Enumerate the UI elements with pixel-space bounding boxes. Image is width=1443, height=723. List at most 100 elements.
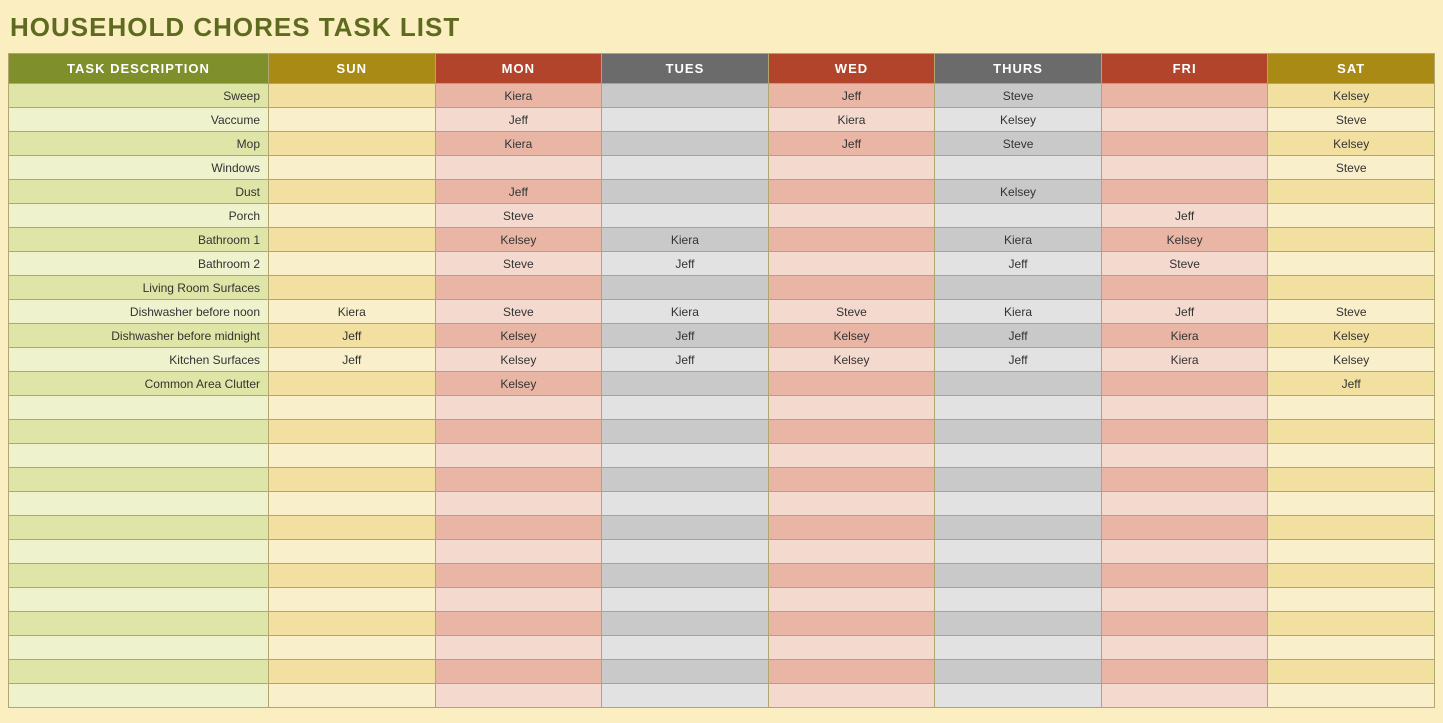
cell-wed[interactable]	[768, 204, 935, 228]
cell-tues[interactable]	[602, 540, 769, 564]
cell-wed[interactable]: Steve	[768, 300, 935, 324]
cell-tues[interactable]	[602, 588, 769, 612]
cell-mon[interactable]	[435, 276, 602, 300]
task-cell[interactable]: Dishwasher before noon	[9, 300, 269, 324]
cell-fri[interactable]	[1101, 612, 1268, 636]
cell-sun[interactable]	[269, 468, 436, 492]
task-cell[interactable]	[9, 564, 269, 588]
cell-wed[interactable]	[768, 420, 935, 444]
cell-mon[interactable]: Jeff	[435, 108, 602, 132]
cell-sun[interactable]	[269, 684, 436, 708]
cell-tues[interactable]	[602, 276, 769, 300]
cell-mon[interactable]	[435, 540, 602, 564]
cell-fri[interactable]	[1101, 276, 1268, 300]
cell-tues[interactable]	[602, 636, 769, 660]
cell-wed[interactable]	[768, 612, 935, 636]
cell-wed[interactable]	[768, 660, 935, 684]
cell-fri[interactable]	[1101, 372, 1268, 396]
task-cell[interactable]	[9, 420, 269, 444]
cell-thurs[interactable]	[935, 684, 1102, 708]
task-cell[interactable]	[9, 540, 269, 564]
cell-mon[interactable]	[435, 156, 602, 180]
cell-mon[interactable]	[435, 468, 602, 492]
cell-mon[interactable]: Kelsey	[435, 348, 602, 372]
cell-tues[interactable]: Jeff	[602, 348, 769, 372]
cell-mon[interactable]: Kelsey	[435, 324, 602, 348]
cell-tues[interactable]	[602, 468, 769, 492]
cell-fri[interactable]: Kelsey	[1101, 228, 1268, 252]
cell-mon[interactable]	[435, 636, 602, 660]
cell-tues[interactable]: Kiera	[602, 300, 769, 324]
cell-fri[interactable]	[1101, 540, 1268, 564]
cell-mon[interactable]	[435, 420, 602, 444]
cell-mon[interactable]	[435, 444, 602, 468]
cell-fri[interactable]	[1101, 84, 1268, 108]
cell-fri[interactable]: Steve	[1101, 252, 1268, 276]
cell-thurs[interactable]: Steve	[935, 84, 1102, 108]
cell-sat[interactable]	[1268, 516, 1435, 540]
cell-thurs[interactable]: Kiera	[935, 300, 1102, 324]
cell-sat[interactable]: Kelsey	[1268, 348, 1435, 372]
cell-tues[interactable]	[602, 516, 769, 540]
cell-wed[interactable]: Jeff	[768, 132, 935, 156]
cell-sun[interactable]	[269, 132, 436, 156]
cell-sat[interactable]	[1268, 228, 1435, 252]
cell-wed[interactable]	[768, 444, 935, 468]
cell-sun[interactable]	[269, 612, 436, 636]
cell-sun[interactable]	[269, 204, 436, 228]
cell-fri[interactable]	[1101, 660, 1268, 684]
cell-sat[interactable]: Jeff	[1268, 372, 1435, 396]
cell-tues[interactable]	[602, 420, 769, 444]
cell-sun[interactable]	[269, 540, 436, 564]
cell-tues[interactable]: Jeff	[602, 324, 769, 348]
cell-wed[interactable]	[768, 468, 935, 492]
cell-mon[interactable]: Steve	[435, 300, 602, 324]
cell-sun[interactable]	[269, 636, 436, 660]
cell-sun[interactable]	[269, 252, 436, 276]
cell-wed[interactable]: Kiera	[768, 108, 935, 132]
cell-sun[interactable]	[269, 516, 436, 540]
cell-thurs[interactable]	[935, 540, 1102, 564]
cell-mon[interactable]: Kiera	[435, 84, 602, 108]
cell-sat[interactable]: Kelsey	[1268, 324, 1435, 348]
task-cell[interactable]: Common Area Clutter	[9, 372, 269, 396]
cell-fri[interactable]	[1101, 396, 1268, 420]
cell-thurs[interactable]	[935, 444, 1102, 468]
cell-thurs[interactable]	[935, 276, 1102, 300]
cell-sat[interactable]: Steve	[1268, 300, 1435, 324]
cell-fri[interactable]	[1101, 684, 1268, 708]
task-cell[interactable]: Vaccume	[9, 108, 269, 132]
cell-sat[interactable]	[1268, 276, 1435, 300]
cell-fri[interactable]	[1101, 636, 1268, 660]
cell-thurs[interactable]: Kelsey	[935, 180, 1102, 204]
cell-sun[interactable]	[269, 108, 436, 132]
cell-wed[interactable]	[768, 636, 935, 660]
cell-mon[interactable]	[435, 564, 602, 588]
cell-sun[interactable]	[269, 420, 436, 444]
cell-tues[interactable]: Jeff	[602, 252, 769, 276]
cell-mon[interactable]	[435, 492, 602, 516]
cell-sun[interactable]	[269, 660, 436, 684]
cell-sat[interactable]	[1268, 588, 1435, 612]
cell-thurs[interactable]	[935, 636, 1102, 660]
cell-sat[interactable]	[1268, 420, 1435, 444]
cell-sat[interactable]	[1268, 252, 1435, 276]
cell-sun[interactable]: Kiera	[269, 300, 436, 324]
cell-wed[interactable]	[768, 396, 935, 420]
cell-tues[interactable]	[602, 156, 769, 180]
cell-sat[interactable]	[1268, 492, 1435, 516]
cell-mon[interactable]: Kelsey	[435, 228, 602, 252]
cell-wed[interactable]	[768, 252, 935, 276]
task-cell[interactable]: Kitchen Surfaces	[9, 348, 269, 372]
cell-sun[interactable]	[269, 372, 436, 396]
cell-fri[interactable]	[1101, 132, 1268, 156]
cell-wed[interactable]	[768, 180, 935, 204]
cell-tues[interactable]	[602, 204, 769, 228]
cell-sat[interactable]	[1268, 684, 1435, 708]
cell-tues[interactable]	[602, 108, 769, 132]
task-cell[interactable]	[9, 588, 269, 612]
cell-sat[interactable]	[1268, 444, 1435, 468]
cell-wed[interactable]: Kelsey	[768, 348, 935, 372]
cell-tues[interactable]	[602, 492, 769, 516]
cell-thurs[interactable]: Kelsey	[935, 108, 1102, 132]
